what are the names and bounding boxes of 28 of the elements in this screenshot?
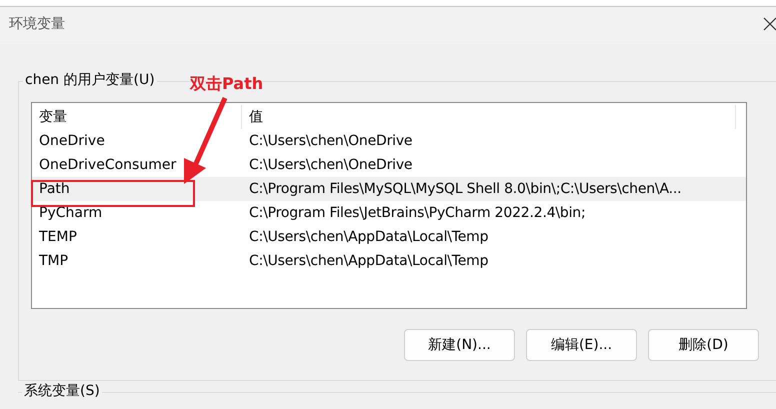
list-row[interactable]: Path C:\Program Files\MySQL\MySQL Shell 8.0\bin\;C:\Users\chen\A... — [32, 177, 746, 201]
variable-value: C:\Users\chen\AppData\Local\Temp — [248, 253, 490, 269]
list-row[interactable]: OneDrive C:\Users\chen\OneDrive — [32, 129, 746, 153]
variable-name: Path — [39, 181, 70, 197]
dialog-button[interactable]: 新建(N)... — [404, 329, 515, 361]
variable-value: C:\Users\chen\OneDrive — [248, 157, 414, 173]
dialog-button[interactable]: 编辑(E)... — [526, 329, 637, 361]
list-row[interactable]: PyCharm C:\Program Files\JetBrains\PyCharm 2022.2.4\bin; — [32, 201, 746, 225]
variable-value: C:\Users\chen\AppData\Local\Temp — [248, 229, 490, 245]
window-title: 环境变量 — [9, 15, 65, 33]
variable-name: PyCharm — [39, 205, 102, 221]
column-header[interactable]: 值 — [242, 105, 736, 129]
list-row[interactable]: TEMP C:\Users\chen\AppData\Local\Temp — [32, 225, 746, 249]
group-label: chen 的用户变量(U) — [23, 71, 157, 89]
variable-name: TMP — [39, 253, 68, 269]
list-row[interactable]: TMP C:\Users\chen\AppData\Local\Temp — [32, 249, 746, 273]
group-label: 系统变量(S) — [22, 382, 102, 400]
variable-value: C:\Program Files\JetBrains\PyCharm 2022.2.4\bin; — [248, 205, 586, 221]
annotation-text: 双击Path — [190, 74, 264, 95]
column-header[interactable]: 变量 — [32, 105, 242, 129]
variable-name: OneDriveConsumer — [39, 157, 176, 173]
variable-value: C:\Program Files\MySQL\MySQL Shell 8.0\bin\;C:\Users\chen\A... — [248, 181, 682, 197]
dialog-button[interactable]: 删除(D) — [648, 329, 759, 361]
list-row[interactable]: OneDriveConsumer C:\Users\chen\OneDrive — [32, 153, 746, 177]
close-icon — [762, 16, 776, 32]
variable-value: C:\Users\chen\OneDrive — [248, 133, 414, 149]
variable-name: TEMP — [39, 229, 77, 245]
variable-name: OneDrive — [39, 133, 105, 149]
